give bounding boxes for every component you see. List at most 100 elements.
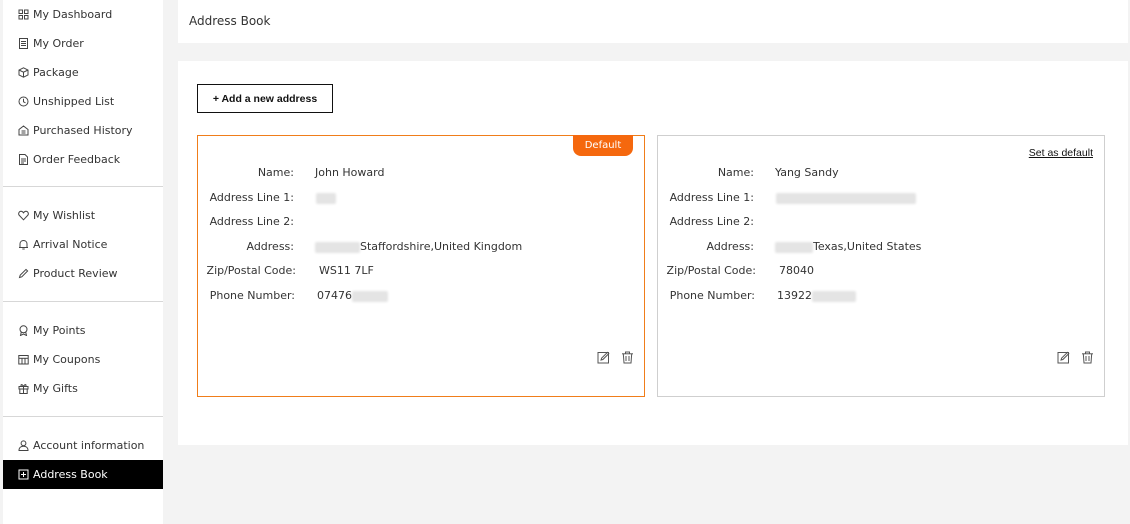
address-text: Staffordshire,United Kingdom (360, 240, 523, 253)
sidebar-item-label: Address Book (33, 468, 108, 481)
edit-icon[interactable] (1057, 351, 1070, 364)
address-value: Texas,United States (775, 240, 921, 254)
phone-value: 13922 (777, 289, 856, 303)
clock-icon (18, 96, 29, 107)
phone-text: 07476 (317, 289, 352, 302)
line1-value-redacted (776, 191, 916, 205)
sidebar-item-my-wishlist[interactable]: My Wishlist (3, 201, 163, 230)
nav-group-account: Account information Address Book (3, 431, 163, 489)
name-value: John Howard (315, 166, 385, 179)
line2-label: Address Line 2: (209, 215, 294, 228)
sidebar-item-label: Arrival Notice (33, 238, 108, 251)
sidebar: My Dashboard My Order Package Unshipped … (3, 0, 163, 524)
line2-row: Address Line 2: (198, 215, 294, 229)
sidebar-item-my-gifts[interactable]: My Gifts (3, 374, 163, 403)
nav-group-rewards: My Points My Coupons My Gifts (3, 316, 163, 403)
sidebar-item-label: Order Feedback (33, 153, 121, 166)
phone-row: Phone Number: (198, 289, 295, 303)
address-row: Address: (198, 240, 294, 254)
sidebar-item-my-order[interactable]: My Order (3, 29, 163, 58)
address-panel: + Add a new address Default Name: John H… (178, 61, 1128, 445)
sidebar-item-label: Purchased History (33, 124, 133, 137)
sidebar-item-arrival-notice[interactable]: Arrival Notice (3, 230, 163, 259)
package-icon (18, 67, 29, 78)
sidebar-item-package[interactable]: Package (3, 58, 163, 87)
name-label: Name: (257, 166, 294, 179)
zip-label: Zip/Postal Code: (206, 264, 296, 277)
sidebar-item-order-feedback[interactable]: Order Feedback (3, 145, 163, 174)
bell-icon (18, 239, 29, 250)
dashboard-icon (18, 9, 29, 20)
address-card-default: Default Name: John Howard Address Line 1… (197, 135, 645, 397)
sidebar-item-my-points[interactable]: My Points (3, 316, 163, 345)
sidebar-item-label: My Coupons (33, 353, 101, 366)
sidebar-item-unshipped-list[interactable]: Unshipped List (3, 87, 163, 116)
card-actions (1057, 351, 1094, 364)
line1-row: Address Line 1: (198, 191, 294, 205)
user-icon (18, 440, 29, 451)
zip-value: WS11 7LF (319, 264, 374, 277)
nav-group-wishlist: My Wishlist Arrival Notice Product Revie… (3, 201, 163, 288)
sidebar-item-account-information[interactable]: Account information (3, 431, 163, 460)
sidebar-item-address-book[interactable]: Address Book (3, 460, 163, 489)
default-badge: Default (573, 135, 633, 156)
name-label: Name: (717, 166, 754, 179)
sidebar-item-label: Account information (33, 439, 145, 452)
edit-icon[interactable] (597, 351, 610, 364)
address-label: Address: (706, 240, 754, 253)
sidebar-item-my-coupons[interactable]: My Coupons (3, 345, 163, 374)
feedback-icon (18, 154, 29, 165)
line1-label: Address Line 1: (209, 191, 294, 204)
line1-label: Address Line 1: (669, 191, 754, 204)
pencil-icon (18, 268, 29, 279)
name-row: Name: (198, 166, 294, 180)
line2-row: Address Line 2: (658, 215, 754, 229)
phone-row: Phone Number: (658, 289, 755, 303)
sidebar-item-label: My Gifts (33, 382, 78, 395)
zip-row: Zip/Postal Code: (658, 264, 756, 278)
card-actions (597, 351, 634, 364)
page-header: Address Book (178, 0, 1128, 43)
zip-label: Zip/Postal Code: (666, 264, 756, 277)
trash-icon[interactable] (621, 351, 634, 364)
name-value: Yang Sandy (775, 166, 839, 179)
set-default-link[interactable]: Set as default (1029, 147, 1093, 159)
address-card: Set as default Name: Yang Sandy Address … (657, 135, 1105, 397)
nav-group-orders: My Dashboard My Order Package Unshipped … (3, 0, 163, 174)
trash-icon[interactable] (1081, 351, 1094, 364)
address-row: Address: (658, 240, 754, 254)
sidebar-item-label: My Order (33, 37, 84, 50)
sidebar-item-label: My Wishlist (33, 209, 96, 222)
order-icon (18, 38, 29, 49)
sidebar-item-product-review[interactable]: Product Review (3, 259, 163, 288)
phone-text: 13922 (777, 289, 812, 302)
phone-label: Phone Number: (209, 289, 295, 302)
phone-label: Phone Number: (669, 289, 755, 302)
sidebar-item-label: Product Review (33, 267, 118, 280)
sidebar-item-label: Package (33, 66, 79, 79)
sidebar-item-label: My Dashboard (33, 8, 113, 21)
address-label: Address: (246, 240, 294, 253)
line1-value-redacted (316, 191, 336, 205)
zip-row: Zip/Postal Code: (198, 264, 296, 278)
sidebar-item-label: Unshipped List (33, 95, 115, 108)
medal-icon (18, 325, 29, 336)
zip-value: 78040 (779, 264, 814, 277)
line2-label: Address Line 2: (669, 215, 754, 228)
address-value: Staffordshire,United Kingdom (315, 240, 522, 254)
line1-row: Address Line 1: (658, 191, 754, 205)
page-title: Address Book (189, 14, 271, 28)
sidebar-item-purchased-history[interactable]: Purchased History (3, 116, 163, 145)
add-address-button[interactable]: + Add a new address (197, 84, 333, 113)
gift-icon (18, 383, 29, 394)
address-text: Texas,United States (813, 240, 922, 253)
name-row: Name: (658, 166, 754, 180)
sidebar-item-dashboard[interactable]: My Dashboard (3, 0, 163, 29)
sidebar-item-label: My Points (33, 324, 86, 337)
